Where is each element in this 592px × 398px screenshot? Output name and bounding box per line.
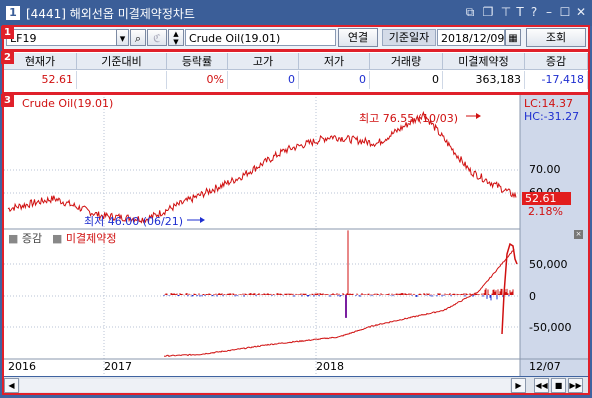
- chart-area[interactable]: Crude Oil(19.01) LC:14.37 HC:-31.27 최고 7…: [4, 94, 588, 376]
- x-label-2018: 2018: [316, 360, 344, 373]
- hc-label: HC:-31.27: [524, 110, 580, 123]
- high-annotation: 최고 76.55 (10/03): [359, 112, 459, 125]
- collapse-icon[interactable]: ×: [574, 230, 583, 239]
- header-low: 저가: [299, 53, 370, 70]
- value-rate: 0%: [167, 71, 228, 89]
- scroll-right-icon[interactable]: ▶: [511, 378, 526, 393]
- chart-title: Crude Oil(19.01): [22, 97, 114, 110]
- symbol-name-field: Crude Oil(19.01): [185, 29, 336, 46]
- connect-button[interactable]: 연결: [338, 28, 378, 47]
- current-price-marker: 52.61: [522, 192, 571, 205]
- low-annotation: 최저 46.00 (06/21): [84, 215, 184, 228]
- header-high: 고가: [228, 53, 299, 70]
- minimize-icon[interactable]: –: [542, 5, 556, 19]
- link-icon[interactable]: ⧉: [463, 5, 477, 19]
- sub-tick-0: 0: [529, 290, 536, 303]
- close-icon[interactable]: ✕: [574, 5, 588, 19]
- x-label-2016: 2016: [8, 360, 36, 373]
- symbol-input[interactable]: LF19: [6, 29, 117, 46]
- date-label: 기준일자: [382, 29, 436, 46]
- value-price: 52.61: [4, 71, 77, 89]
- quote-table: 현재가 기준대비 등락률 고가 저가 거래량 미결제약정 증감 52.61 0%…: [4, 51, 588, 92]
- search-icon[interactable]: ⌕: [130, 29, 146, 46]
- spin-icon[interactable]: ▲ ▼: [168, 29, 184, 46]
- code-icon[interactable]: ℭ: [147, 29, 167, 46]
- change-percent: 2.18%: [528, 205, 563, 218]
- window-title: [4441] 해외선옵 미결제약정차트: [26, 7, 195, 21]
- sub-tick-neg50000: -50,000: [529, 321, 572, 334]
- stop-icon[interactable]: ■: [551, 378, 566, 393]
- price-tick-70: 70.00: [529, 163, 561, 176]
- help-icon[interactable]: ?: [527, 5, 541, 19]
- rewind-icon[interactable]: ◀◀: [534, 378, 549, 393]
- value-open-interest: 363,183: [443, 71, 525, 89]
- value-high: 0: [228, 71, 299, 89]
- header-oi-change: 증감: [525, 53, 588, 70]
- window: 1 [4441] 해외선옵 미결제약정차트 ⧉ ❐ ⊤ T ? – ☐ ✕ LF…: [0, 0, 592, 398]
- maximize-icon[interactable]: ☐: [558, 5, 572, 19]
- query-button[interactable]: 조회: [526, 28, 586, 47]
- sub-legend-oi: ■ 미결제약정: [52, 232, 117, 245]
- header-open-interest: 미결제약정: [443, 53, 525, 70]
- badge-1: 1: [1, 26, 14, 39]
- badge-2: 2: [1, 51, 14, 64]
- header-volume: 거래량: [370, 53, 443, 70]
- date-input[interactable]: 2018/12/09: [437, 29, 505, 46]
- sub-tick-50000: 50,000: [529, 258, 568, 271]
- x-label-2017: 2017: [104, 360, 132, 373]
- sub-legend-change-label: 증감: [21, 232, 43, 245]
- toolbar: LF19 ▾ ⌕ ℭ ▲ ▼ Crude Oil(19.01) 연결 기준일자 2…: [4, 27, 588, 49]
- x-label-date: 12/07: [529, 360, 561, 373]
- sub-legend-change: ■ 증감: [8, 232, 43, 245]
- calendar-icon[interactable]: ▦: [505, 29, 521, 46]
- value-change: [77, 71, 167, 89]
- value-volume: 0: [370, 71, 443, 89]
- header-change: 기준대비: [77, 53, 167, 70]
- header-price: 현재가: [4, 53, 77, 70]
- window-number: 1: [6, 6, 20, 20]
- font-icon[interactable]: T: [513, 5, 527, 19]
- value-low: 0: [299, 71, 370, 89]
- value-oi-change: -17,418: [525, 71, 588, 89]
- scroll-left-icon[interactable]: ◀: [4, 378, 19, 393]
- header-rate: 등락률: [167, 53, 228, 70]
- sub-legend-oi-label: 미결제약정: [65, 232, 117, 245]
- pin-icon[interactable]: ⊤: [499, 5, 513, 19]
- copy-icon[interactable]: ❐: [481, 5, 495, 19]
- title-bar: 1 [4441] 해외선옵 미결제약정차트 ⧉ ❐ ⊤ T ? – ☐ ✕: [0, 0, 592, 26]
- scroll-track[interactable]: [20, 379, 510, 392]
- badge-3: 3: [1, 94, 14, 107]
- symbol-dropdown-icon[interactable]: ▾: [116, 29, 129, 46]
- fast-forward-icon[interactable]: ▶▶: [568, 378, 583, 393]
- horizontal-scrollbar[interactable]: ◀ ▶ ◀◀ ■ ▶▶: [4, 377, 588, 394]
- lc-label: LC:14.37: [524, 97, 574, 110]
